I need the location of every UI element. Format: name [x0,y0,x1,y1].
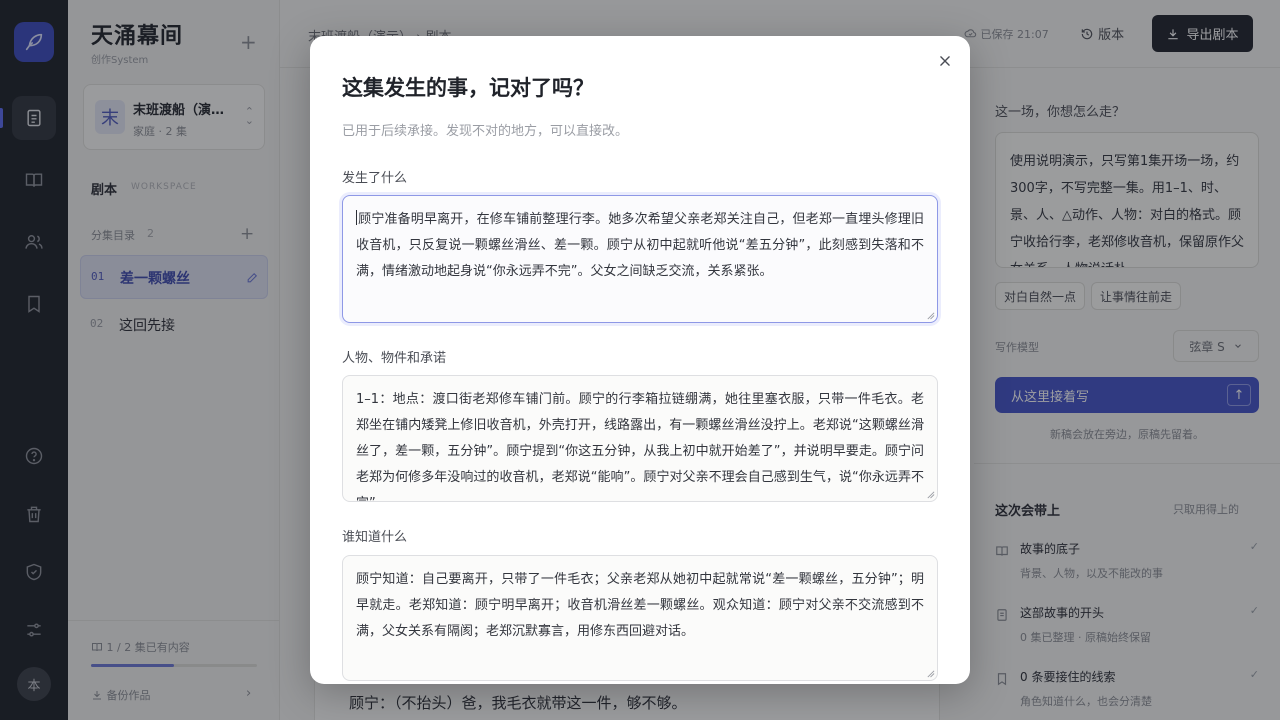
people-objects-textarea[interactable]: 1–1：地点：渡口街老郑修车铺门前。顾宁的行李箱拉链绷满，她往里塞衣服，只带一件… [342,375,938,502]
text-caret [356,210,357,225]
resize-grip-icon[interactable] [926,311,935,320]
people-objects-text: 1–1：地点：渡口街老郑修车铺门前。顾宁的行李箱拉链绷满，她往里塞衣服，只带一件… [356,392,924,501]
field-label-people-objects: 人物、物件和承诺 [342,351,447,366]
resize-grip-icon[interactable] [926,669,935,678]
field-label-what-happened: 发生了什么 [342,171,408,186]
resize-grip-icon[interactable] [926,490,935,499]
what-happened-textarea[interactable]: 顾宁准备明早离开，在修车铺前整理行李。她多次希望父亲老郑关注自己，但老郑一直埋头… [342,195,938,323]
close-icon[interactable] [936,52,954,70]
field-label-who-knows: 谁知道什么 [342,530,408,545]
what-happened-text: 顾宁准备明早离开，在修车铺前整理行李。她多次希望父亲老郑关注自己，但老郑一直埋头… [356,212,924,279]
dialog-subtitle: 已用于后续承接。发现不对的地方，可以直接改。 [342,124,629,139]
dialog-title: 这集发生的事，记对了吗？ [342,76,594,100]
episode-summary-dialog: 这集发生的事，记对了吗？ 已用于后续承接。发现不对的地方，可以直接改。 发生了什… [310,36,970,684]
who-knows-text: 顾宁知道：自己要离开，只带了一件毛衣；父亲老郑从她初中起就常说“差一颗螺丝，五分… [356,572,924,639]
who-knows-textarea[interactable]: 顾宁知道：自己要离开，只带了一件毛衣；父亲老郑从她初中起就常说“差一颗螺丝，五分… [342,555,938,681]
